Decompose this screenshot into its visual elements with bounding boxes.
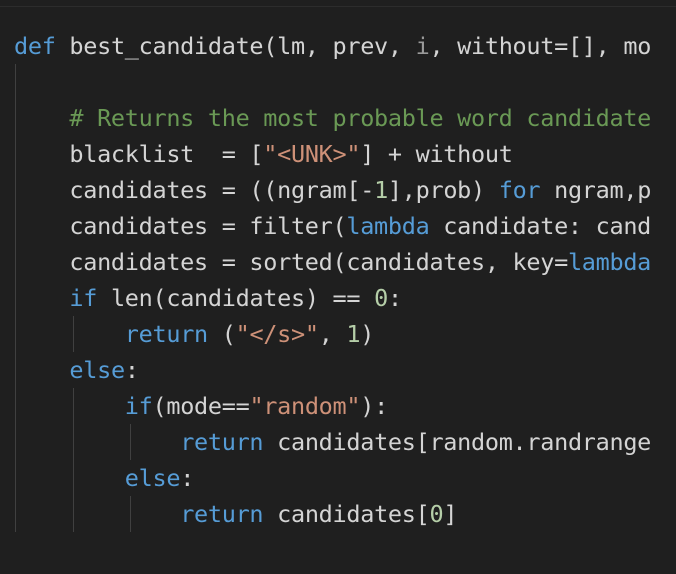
code-token: candidates[ (263, 500, 430, 528)
code-token: return (180, 500, 264, 528)
code-token: return (180, 428, 264, 456)
code-line[interactable]: else: (14, 352, 651, 388)
code-token: : (180, 464, 195, 492)
code-token: def (14, 32, 56, 60)
code-line[interactable] (14, 64, 651, 100)
code-token: 1 (374, 176, 388, 204)
code-token: : (387, 284, 402, 312)
code-line[interactable]: candidates = sorted(candidates, key=lamb… (14, 244, 651, 280)
code-token: len(candidates) == (97, 284, 375, 312)
code-token: i (415, 32, 430, 60)
code-line[interactable]: if len(candidates) == 0: (14, 280, 651, 316)
code-token: if (69, 284, 98, 312)
code-token: , without=[], mo (429, 32, 652, 60)
code-line[interactable]: def best_candidate(lm, prev, i, without=… (14, 28, 651, 64)
code-line[interactable]: candidates = ((ngram[-1],prob) for ngram… (14, 172, 651, 208)
code-token: blacklist = [ (14, 140, 264, 168)
code-token: (mode== (152, 392, 250, 420)
code-token: # Returns the most probable word candida… (14, 104, 652, 132)
code-token: else (124, 464, 181, 492)
code-token: candidates = ((ngram[- (14, 176, 375, 204)
code-token: ) (360, 320, 375, 348)
code-token: candidates[random.randrange (263, 428, 652, 456)
code-token: ): (360, 392, 388, 420)
code-token: ],prob) (387, 176, 499, 204)
code-token: ] + without (360, 140, 513, 168)
code-token: best_candidate(lm, prev, (55, 32, 416, 60)
code-token: "random" (249, 392, 361, 420)
code-line[interactable]: else: (14, 460, 651, 496)
code-token: lambda (346, 212, 430, 240)
code-token: candidate: cand (429, 212, 652, 240)
code-line[interactable]: if(mode=="random"): (14, 388, 651, 424)
code-token: "<UNK>" (263, 140, 361, 168)
code-token: ngram,p (540, 176, 652, 204)
code-token: : (124, 356, 139, 384)
code-content[interactable]: def best_candidate(lm, prev, i, without=… (14, 28, 651, 532)
code-line[interactable]: # Returns the most probable word candida… (14, 100, 651, 136)
code-token: candidates = sorted(candidates, key= (14, 248, 568, 276)
editor-top-border (0, 6, 676, 7)
code-line[interactable]: candidates = filter(lambda candidate: ca… (14, 208, 651, 244)
code-token: ] (443, 500, 458, 528)
code-token: 0 (374, 284, 388, 312)
code-token: 0 (429, 500, 444, 528)
code-editor[interactable]: def best_candidate(lm, prev, i, without=… (0, 0, 676, 574)
code-token: lambda (567, 248, 652, 276)
code-line[interactable]: return ("</s>", 1) (14, 316, 651, 352)
code-token: else (69, 356, 125, 384)
code-token: candidates = filter( (14, 212, 347, 240)
code-token: , (318, 320, 347, 348)
code-token: if (124, 392, 153, 420)
code-token: ( (207, 320, 236, 348)
code-token: 1 (346, 320, 361, 348)
code-line[interactable]: return candidates[0] (14, 496, 651, 532)
code-line[interactable]: return candidates[random.randrange (14, 424, 651, 460)
code-token: "</s>" (235, 320, 319, 348)
code-line[interactable]: blacklist = ["<UNK>"] + without (14, 136, 651, 172)
code-token: return (124, 320, 208, 348)
code-token: for (498, 176, 541, 204)
